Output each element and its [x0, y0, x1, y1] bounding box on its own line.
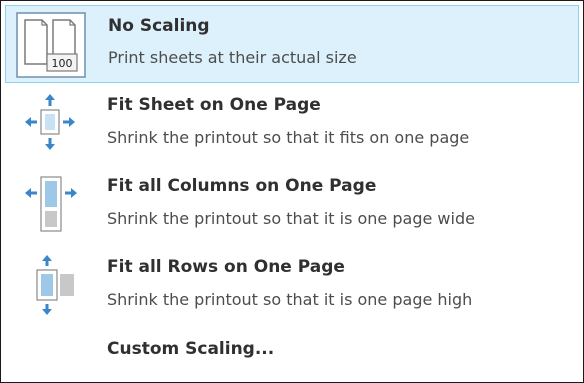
menu-item-fit-columns[interactable]: Fit all Columns on One Page Shrink the p…	[5, 165, 579, 245]
menu-item-fit-sheet[interactable]: Fit Sheet on One Page Shrink the printou…	[5, 84, 579, 164]
scaling-menu: 100 No Scaling Print sheets at their act…	[0, 0, 584, 383]
item-description: Shrink the printout so that it is one pa…	[107, 209, 475, 228]
item-description: Shrink the printout so that it is one pa…	[107, 290, 473, 309]
menu-item-no-scaling[interactable]: 100 No Scaling Print sheets at their act…	[5, 5, 579, 83]
icon-badge-text: 100	[52, 57, 73, 70]
no-scaling-icon: 100	[16, 12, 86, 78]
item-title: Fit all Columns on One Page	[107, 176, 377, 196]
item-title: Fit all Rows on One Page	[107, 257, 345, 277]
fit-sheet-icon	[15, 90, 85, 156]
item-title: Custom Scaling...	[107, 339, 275, 359]
item-description: Shrink the printout so that it fits on o…	[107, 128, 470, 147]
item-title: No Scaling	[108, 16, 210, 36]
menu-item-custom-scaling[interactable]: Custom Scaling...	[5, 327, 579, 377]
fit-rows-icon	[15, 252, 85, 318]
item-title: Fit Sheet on One Page	[107, 95, 321, 115]
item-description: Print sheets at their actual size	[108, 48, 357, 67]
fit-columns-icon	[15, 171, 85, 237]
menu-item-fit-rows[interactable]: Fit all Rows on One Page Shrink the prin…	[5, 246, 579, 326]
